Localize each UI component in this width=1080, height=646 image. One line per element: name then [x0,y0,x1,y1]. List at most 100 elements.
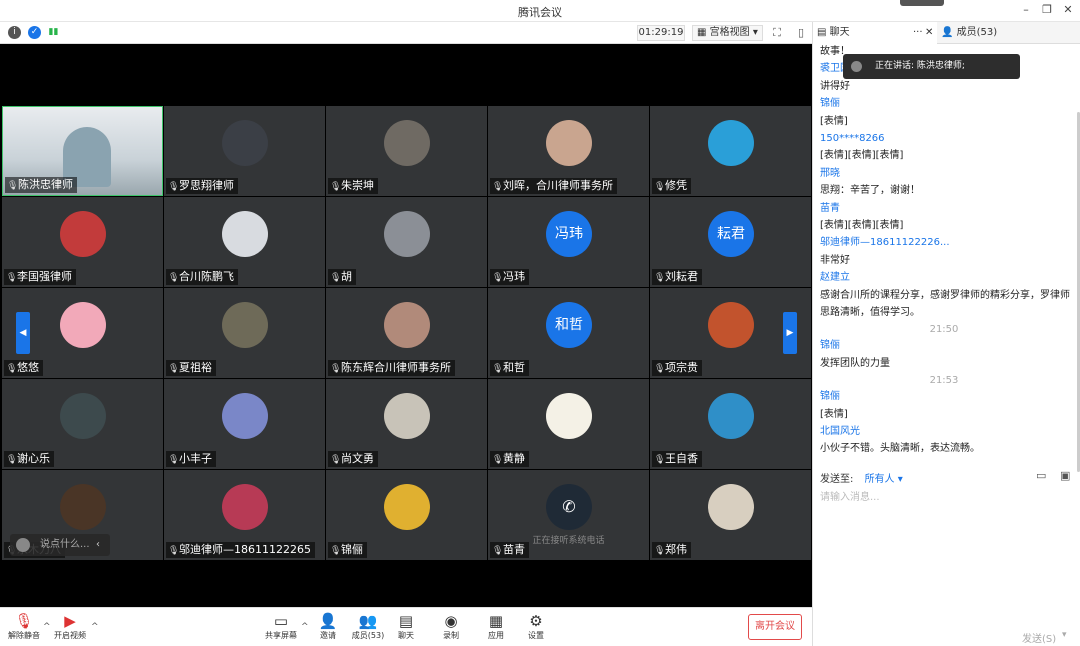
record-button[interactable]: ◉ 录制 [429,612,473,641]
members-label: 成员(53) [351,631,385,640]
participant-tile[interactable]: 🎙陈洪忠律师 [2,106,163,196]
chevron-up-icon[interactable]: ^ [91,622,99,632]
participant-name: 修凭 [665,179,687,192]
avatar [222,393,268,439]
mic-off-icon: 🎙 [654,455,666,465]
settings-button[interactable]: ⚙ 设置 [514,612,558,641]
chat-sender[interactable]: 邢晓 [820,166,840,181]
apps-button[interactable]: ▦ 应用 [474,612,518,641]
maximize-button[interactable]: ❐ [1039,3,1055,16]
chat-sender[interactable]: 邬迪律师—18611122226... [820,235,950,250]
participant-tile[interactable]: 冯玮 🎙冯玮 [488,197,649,287]
fullscreen-icon[interactable]: ⛶ [770,26,784,40]
chat-icon: ▤ [398,612,414,630]
close-window-button[interactable]: ✕ [1060,3,1076,16]
participant-name: 朱崇坤 [341,179,374,192]
participant-tile[interactable]: 🎙尚文勇 [326,379,487,469]
participant-tile[interactable]: 🎙朱崇坤 [326,106,487,196]
side-panel: ▤ 聊天 ··· ✕ 👤 成员(53) 故事！ 裘卫国 讲得好 锦俪 [表情] 150**… [812,22,1080,646]
participant-name: 罗思翔律师 [179,179,234,192]
chat-sender[interactable]: 赵建立 [820,270,850,285]
send-options-icon[interactable]: ▾ [1062,630,1067,640]
unmute-button[interactable]: 🎙 解除静音 [2,612,46,641]
participant-tile[interactable]: 🎙修凭 [650,106,811,196]
participant-name-tag: 🎙锦俪 [328,542,367,558]
chat-sender[interactable]: 150****8266 [820,131,885,146]
participant-name-tag: 🎙谢心乐 [4,451,54,467]
share-screen-label: 共享屏幕 [265,631,297,640]
phone-icon: ✆ [546,484,592,530]
participant-name-tag: 🎙李国强律师 [4,269,76,285]
chat-button[interactable]: ▤ 聊天 [384,612,428,641]
participant-tile[interactable]: 🎙锦俪 [326,470,487,560]
chat-bubble-input[interactable]: 说点什么... ‹ [10,534,110,556]
participant-tile[interactable]: 🎙谢心乐 [2,379,163,469]
participant-tile[interactable]: 耘君 🎙刘耘君 [650,197,811,287]
participant-tile[interactable]: 🎙邬迪律师—18611122265 [164,470,325,560]
share-screen-icon: ▭ [273,612,289,630]
chat-sender[interactable]: 北国风光 [820,424,860,439]
tab-chat[interactable]: ▤ 聊天 ··· ✕ [813,22,937,44]
participant-name-tag: 🎙朱崇坤 [328,178,378,194]
speaker-avatar [851,61,862,72]
participant-tile[interactable]: 🎙小丰子 [164,379,325,469]
chevron-left-icon[interactable]: ‹ [96,534,100,556]
chat-message: 思翔：辛苦了，谢谢！ [820,185,920,197]
emoji-icon [16,538,30,552]
participant-tile[interactable]: 🎙陈东辉合川律师事务所 [326,288,487,378]
mic-off-icon: 🎙 [654,546,666,556]
participant-name-tag: 🎙陈东辉合川律师事务所 [328,360,455,376]
participant-tile[interactable]: 🎙合川陈鹏飞 [164,197,325,287]
mic-off-icon: 🎙 [492,182,504,192]
chat-sender[interactable]: 苗青 [820,201,840,216]
chevron-down-icon: ▾ [752,27,758,38]
participant-tile[interactable]: 和哲 🎙和哲 [488,288,649,378]
members-tab-icon: 👤 [941,27,954,38]
participant-name-tag: 🎙悠悠 [4,360,43,376]
mic-off-icon: 🎙 [492,273,504,283]
participant-tile[interactable]: 🎙夏祖裕 [164,288,325,378]
invite-button[interactable]: 👤 邀请 [306,612,350,641]
shield-icon[interactable]: ✓ [28,26,41,39]
more-icon[interactable]: ··· [913,22,923,44]
send-to-select[interactable]: 所有人 ▾ [865,474,903,485]
message-input[interactable]: 请输入消息... [820,488,880,503]
mic-off-icon: 🎙 [492,546,504,556]
sidebar-toggle-icon[interactable]: ▯ [794,26,808,40]
avatar [222,211,268,257]
participant-tile[interactable]: 🎙黄静 [488,379,649,469]
avatar [708,484,754,530]
file-icon[interactable]: ▭ [1036,469,1046,482]
screenshot-icon[interactable]: ▣ [1060,469,1070,482]
avatar [60,393,106,439]
participant-tile[interactable]: 🎙罗思翔律师 [164,106,325,196]
prev-page-button[interactable]: ◀ [16,312,30,354]
chat-sender[interactable]: 锦俪 [820,338,840,353]
start-video-button[interactable]: ▶ 开启视频 [48,612,92,641]
participant-tile[interactable]: 🎙郑伟 [650,470,811,560]
leave-meeting-button[interactable]: 离开会议 [748,614,802,640]
chat-sender[interactable]: 锦俪 [820,389,840,404]
next-page-button[interactable]: ▶ [783,312,797,354]
share-screen-button[interactable]: ▭ 共享屏幕 [259,612,303,641]
close-icon[interactable]: ✕ [925,22,933,44]
participant-tile[interactable]: 🎙王自香 [650,379,811,469]
info-icon[interactable]: i [8,26,21,39]
participant-name: 刘耘君 [665,270,698,283]
avatar [708,393,754,439]
minimize-button[interactable]: – [1018,3,1034,16]
participant-name-tag: 🎙和哲 [490,360,529,376]
mic-off-icon: 🎙 [654,182,666,192]
grid-view-button[interactable]: ▦ 宫格视图 ▾ [692,25,763,41]
tab-chat-label: 聊天 [829,27,850,38]
mic-off-icon: 🎙 [492,455,504,465]
send-button[interactable]: 发送(S) [1022,630,1056,645]
signal-icon[interactable]: ▮▮ [47,26,60,39]
participant-tile[interactable]: 🎙刘晖，合川律师事务所 [488,106,649,196]
tab-members[interactable]: 👤 成员(53) [937,22,1080,44]
participant-tile[interactable]: ✆ 正在接听系统电话 🎙苗青 [488,470,649,560]
mic-off-icon: 🎙 [330,455,342,465]
participant-tile[interactable]: 🎙李国强律师 [2,197,163,287]
chat-sender[interactable]: 锦俪 [820,96,840,111]
participant-tile[interactable]: 🎙胡 [326,197,487,287]
